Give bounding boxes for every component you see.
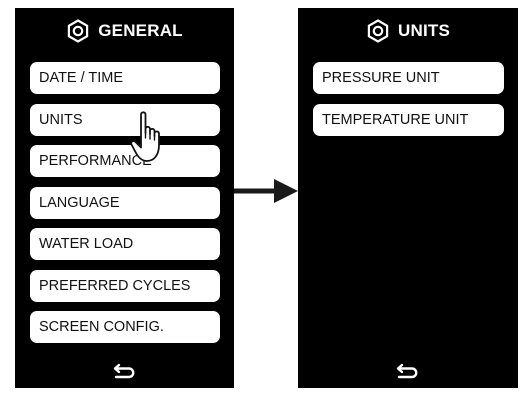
general-screen: GENERAL DATE / TIME UNITS PERFORMANCE LA… [15,8,234,388]
screen-header: GENERAL [15,8,234,54]
hex-nut-settings-icon [367,19,389,43]
menu-item-performance[interactable]: PERFORMANCE [30,145,220,177]
menu-item-language[interactable]: LANGUAGE [30,186,220,219]
page-title: GENERAL [98,21,183,40]
menu-item-pressure-unit[interactable]: PRESSURE UNIT [313,62,504,94]
units-menu: PRESSURE UNIT TEMPERATURE UNIT [313,62,504,145]
menu-item-temperature-unit[interactable]: TEMPERATURE UNIT [313,103,504,136]
back-arrow-icon[interactable] [112,362,138,380]
screen-header: UNITS [298,8,518,54]
menu-item-water-load[interactable]: WATER LOAD [30,228,220,260]
menu-item-preferred-cycles[interactable]: PREFERRED CYCLES [30,269,220,302]
units-screen: UNITS PRESSURE UNIT TEMPERATURE UNIT [298,8,518,388]
menu-item-units[interactable]: UNITS [30,103,220,136]
back-arrow-icon[interactable] [395,362,421,380]
hex-nut-settings-icon [68,19,89,43]
pointing-hand-icon [130,111,160,162]
right-arrow-icon [234,179,298,203]
menu-item-screen-config[interactable]: SCREEN CONFIG. [30,311,220,343]
menu-item-date-time[interactable]: DATE / TIME [30,62,220,94]
settings-menu: DATE / TIME UNITS PERFORMANCE LANGUAGE W… [30,62,220,353]
page-title: UNITS [398,21,450,40]
